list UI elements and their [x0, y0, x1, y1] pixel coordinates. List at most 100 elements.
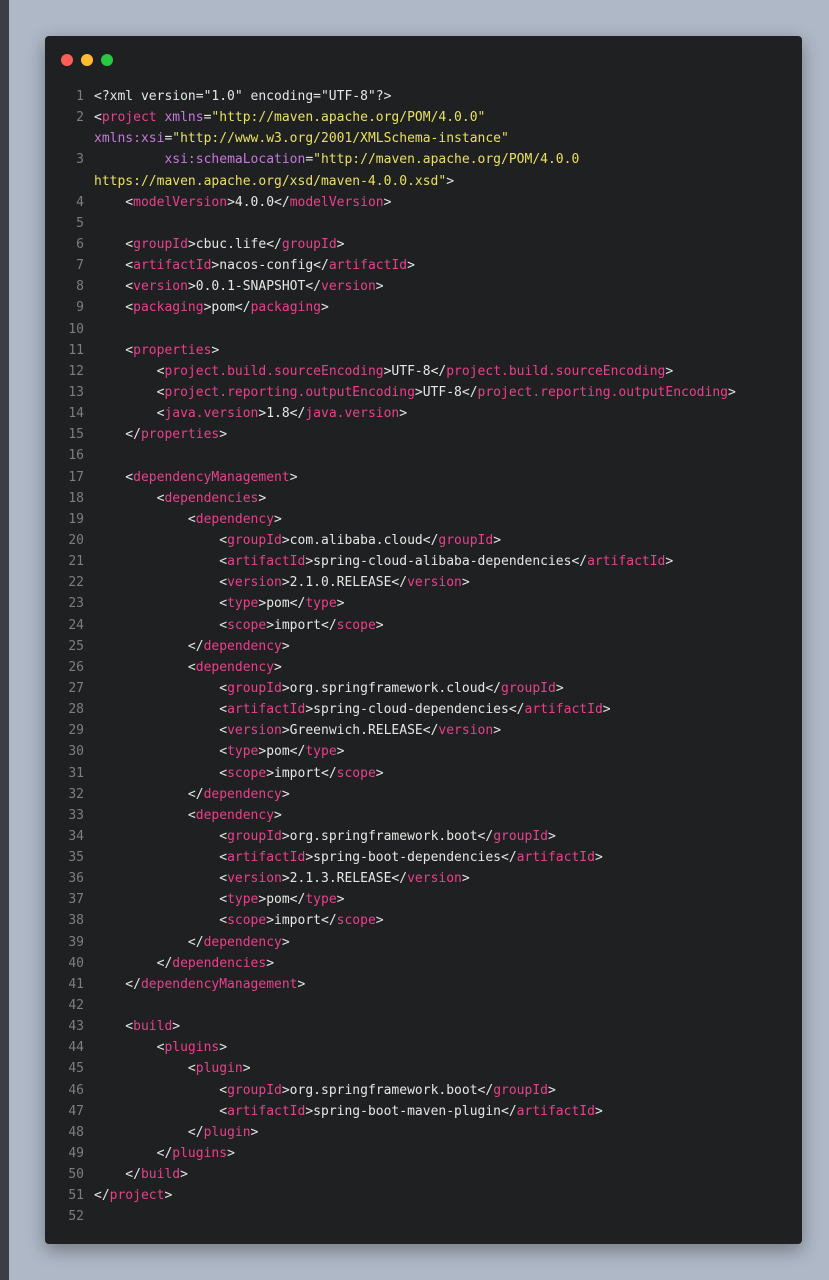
tag-name: packaging: [133, 300, 204, 316]
code-line: 19 <dependency>: [45, 509, 802, 530]
tag-name: build: [133, 1019, 173, 1035]
code-text: >: [321, 300, 329, 316]
minimize-dot-icon[interactable]: [81, 54, 93, 66]
code-line: 20 <groupId>com.alibaba.cloud</groupId>: [45, 530, 802, 551]
code-text: >: [665, 554, 674, 570]
tag-name: groupId: [493, 828, 548, 844]
attr-value: "http://maven.apache.org/POM/4.0.0": [211, 110, 486, 126]
code-line: 14 <java.version>1.8</java.version>: [45, 403, 802, 424]
tag-name: packaging: [250, 300, 322, 316]
code-text: </: [94, 976, 141, 992]
code-line: 5: [45, 213, 802, 234]
tag-name: groupId: [281, 236, 337, 252]
tag-name: java.version: [305, 406, 400, 422]
close-dot-icon[interactable]: [61, 54, 73, 66]
code-text: <: [94, 913, 228, 929]
attr-value: "http://www.w3.org/2001/XMLSchema-instan…: [172, 131, 509, 147]
code-text: >: [336, 236, 345, 252]
tag-name: dependencies: [172, 955, 267, 971]
line-number: 42: [68, 998, 84, 1014]
code-text: >org.springframework.boot</: [281, 1082, 494, 1098]
tag-name: groupId: [493, 1082, 548, 1098]
line-number: 17: [68, 469, 84, 485]
code-text: <: [94, 828, 228, 844]
line-number: 22: [68, 575, 84, 591]
line-content: <scope>import</scope>: [94, 763, 802, 784]
tag-name: version: [227, 723, 282, 739]
code-line: https://maven.apache.org/xsd/maven-4.0.0…: [45, 171, 802, 192]
code-text: >pom</: [258, 596, 306, 612]
code-text: <: [94, 490, 165, 506]
code-text: >com.alibaba.cloud</: [281, 532, 439, 548]
tag-name: type: [227, 744, 259, 760]
code-text: <: [94, 406, 165, 422]
tag-name: dependency: [195, 659, 275, 675]
tag-name: dependency: [195, 807, 275, 823]
line-number: 48: [68, 1124, 84, 1140]
line-content: <version>0.0.1-SNAPSHOT</version>: [94, 276, 802, 297]
code-text: <: [94, 1061, 196, 1077]
line-content: </dependency>: [94, 932, 802, 953]
line-number: 44: [68, 1040, 84, 1056]
line-number: 33: [68, 807, 84, 823]
code-line: 43 <build>: [45, 1016, 802, 1037]
line-number: 35: [68, 850, 84, 866]
code-text: <: [94, 596, 228, 612]
line-number: 28: [68, 702, 84, 718]
line-number: 6: [76, 236, 84, 252]
code-text: <: [94, 258, 134, 274]
code-text: >: [336, 892, 345, 908]
line-content: <plugin>: [94, 1058, 802, 1079]
code-text: >cbuc.life</: [187, 236, 282, 252]
code-text: >: [665, 363, 674, 379]
code-text: >: [493, 723, 502, 739]
line-content: <packaging>pom</packaging>: [94, 297, 802, 318]
code-text: >: [375, 765, 384, 781]
line-number: 5: [76, 215, 84, 231]
line-content: </plugins>: [94, 1143, 802, 1164]
code-line: 33 <dependency>: [45, 805, 802, 826]
line-number: 38: [68, 913, 84, 929]
code-text: >: [172, 1019, 181, 1035]
tag-name: groupId: [227, 680, 282, 696]
code-text: >spring-cloud-alibaba-dependencies</: [305, 554, 588, 570]
tag-name: groupId: [227, 1082, 282, 1098]
code-text: <: [94, 194, 134, 210]
code-text: <: [94, 850, 228, 866]
code-line: 49 </plugins>: [45, 1143, 802, 1164]
line-number: 26: [68, 659, 84, 675]
code-text: >: [336, 596, 345, 612]
code-text: <: [94, 1019, 134, 1035]
code-text: <: [94, 765, 228, 781]
line-content: <dependency>: [94, 805, 802, 826]
code-line: 8 <version>0.0.1-SNAPSHOT</version>: [45, 276, 802, 297]
code-text: <: [94, 342, 134, 358]
code-text: >0.0.1-SNAPSHOT</: [187, 279, 321, 295]
code-text: >: [219, 1040, 228, 1056]
code-text: >: [281, 638, 290, 654]
line-content: </dependency>: [94, 784, 802, 805]
tag-name: plugin: [203, 1124, 251, 1140]
line-content: <plugins>: [94, 1037, 802, 1058]
code-line: 52: [45, 1206, 802, 1227]
code-line: 40 </dependencies>: [45, 953, 802, 974]
tag-name: artifactId: [227, 702, 306, 718]
maximize-dot-icon[interactable]: [101, 54, 113, 66]
code-text: </: [94, 1167, 141, 1183]
line-content: </dependencyManagement>: [94, 974, 802, 995]
tag-name: modelVersion: [289, 194, 384, 210]
tag-name: version: [133, 279, 188, 295]
code-text: <?xml version="1.0" encoding="UTF-8"?>: [94, 89, 392, 104]
line-content: </properties>: [94, 424, 802, 445]
code-text: <: [94, 1040, 165, 1056]
code-text: >: [375, 279, 384, 295]
code-text: >: [281, 934, 290, 950]
code-line: 48 </plugin>: [45, 1122, 802, 1143]
tag-name: dependency: [203, 638, 282, 654]
tag-name: plugin: [195, 1061, 243, 1077]
tag-name: groupId: [133, 236, 188, 252]
line-number: 30: [68, 744, 84, 760]
code-text: >: [594, 850, 603, 866]
tag-name: groupId: [227, 828, 282, 844]
code-text: >: [399, 406, 408, 422]
